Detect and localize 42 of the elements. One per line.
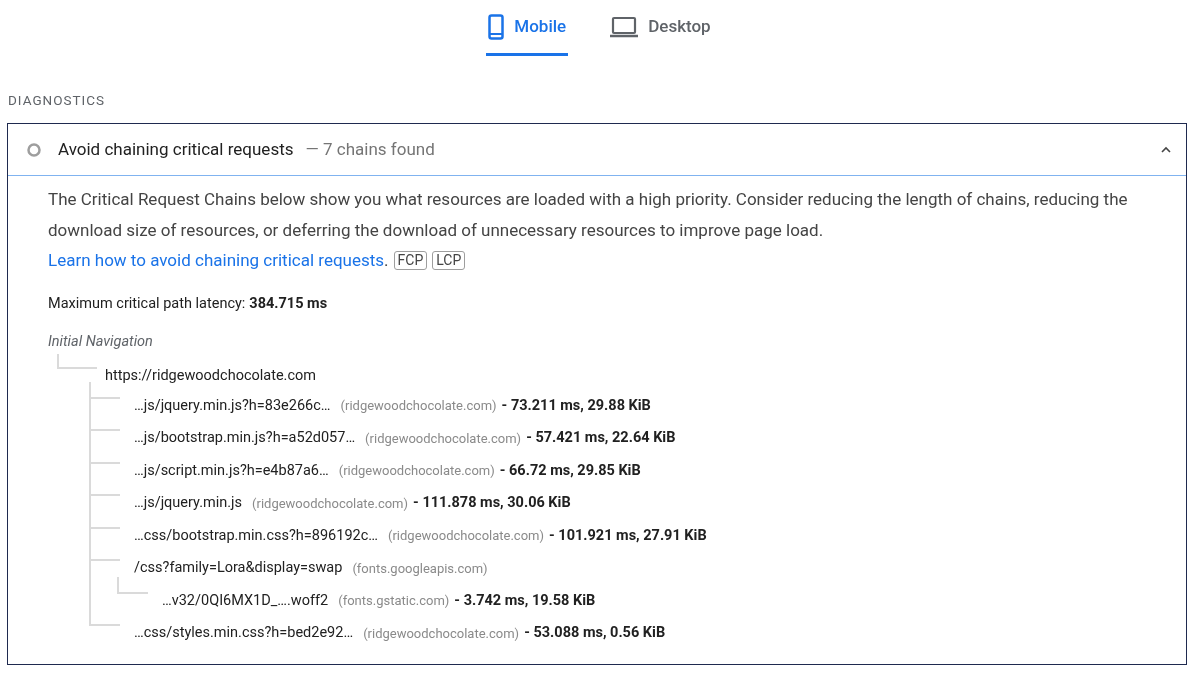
request-url: …css/bootstrap.min.css?h=896192c…: [134, 525, 378, 546]
request-url: …js/script.min.js?h=e4b87a6…: [134, 460, 329, 481]
request-stats: - 73.211 ms, 29.88 KiB: [501, 395, 651, 416]
request-host: (ridgewoodchocolate.com): [338, 462, 495, 480]
tree-connector: [117, 576, 148, 594]
request-url: …v32/0QI6MX1D_….woff2: [162, 590, 329, 611]
sentence-period: .: [384, 250, 389, 271]
request-url: …js/jquery.min.js: [134, 493, 243, 514]
request-stats: - 57.421 ms, 22.64 KiB: [526, 428, 676, 449]
request-url: …css/styles.min.css?h=bed2e92…: [134, 623, 354, 644]
request-host: (ridgewoodchocolate.com): [388, 527, 545, 545]
request-stats: - 3.742 ms, 19.58 KiB: [454, 590, 596, 611]
request-url: …js/jquery.min.js?h=83e266c…: [134, 395, 331, 416]
laptop-icon: [610, 15, 639, 38]
audit-header[interactable]: Avoid chaining critical requests — 7 chains found: [8, 124, 1186, 177]
request-host: (fonts.gstatic.com): [338, 592, 450, 610]
tab[interactable]: Mobile: [486, 0, 569, 56]
request-url: …js/bootstrap.min.js?h=a52d057…: [134, 428, 356, 449]
request-host: (ridgewoodchocolate.com): [252, 494, 409, 513]
request-host: (fonts.googleapis.com): [352, 559, 488, 578]
request-url: /css?family=Lora&display=swap: [134, 558, 343, 579]
neutral-circle-icon: [27, 142, 41, 157]
request-host: (ridgewoodchocolate.com): [340, 397, 497, 415]
request-stats: - 111.878 ms, 30.06 KiB: [413, 493, 571, 514]
request-stats: - 53.088 ms, 0.56 KiB: [524, 623, 666, 644]
request-url: https://ridgewoodchocolate.com: [105, 365, 316, 386]
metric-tag: LCP: [432, 251, 466, 271]
request-stats: - 66.72 ms, 29.85 KiB: [499, 460, 641, 481]
audit-description: The Critical Request Chains below show you what resources are loaded with a high priority. Consider reducing the length of chains, reducing the download size of resources, or deferring the download of unnecessary resources to improve page load. Learn how to avoid chaining critical requests. FCP LCP: [48, 188, 1129, 273]
learn-more-link[interactable]: Learn how to avoid chaining critical requests: [48, 250, 385, 271]
tree-connector: [57, 353, 97, 369]
tab[interactable]: Desktop: [608, 0, 713, 56]
phone-icon: [488, 13, 505, 40]
request-host: (ridgewoodchocolate.com): [365, 429, 522, 448]
tree-title: Initial Navigation: [48, 331, 153, 352]
section-title: DIAGNOSTICS: [8, 91, 107, 110]
latency-label: Maximum critical path latency:: [48, 294, 246, 312]
metric-tag: FCP: [393, 251, 428, 271]
latency-value: 384.715 ms: [249, 294, 328, 312]
chevron-icon: [1160, 144, 1172, 155]
request-stats: - 101.921 ms, 27.91 KiB: [549, 525, 707, 546]
request-host: (ridgewoodchocolate.com): [363, 624, 520, 643]
